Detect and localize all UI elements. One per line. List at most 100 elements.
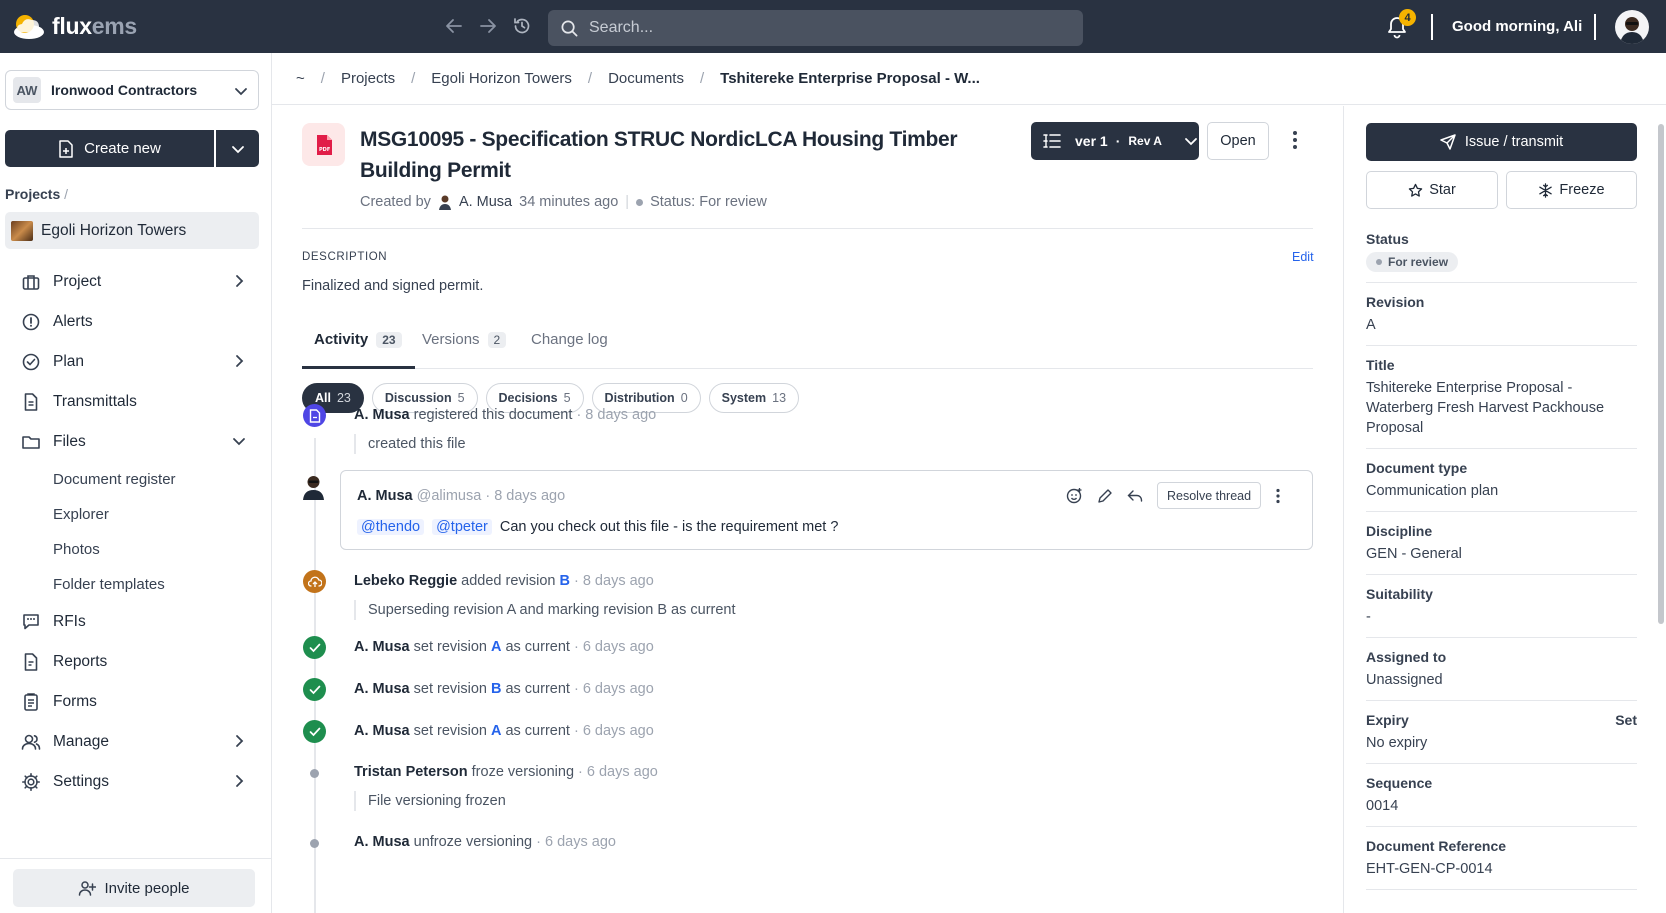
edit-description-link[interactable]: Edit [1292, 250, 1314, 264]
field-document-reference: Document Reference EHT-GEN-CP-0014 [1366, 827, 1637, 890]
users-icon [21, 732, 41, 752]
document-properties: Status For review Revision A Title Tshit… [1366, 220, 1637, 890]
svg-text:PDF: PDF [319, 147, 330, 153]
field-title: Title Tshitereke Enterprise Proposal - W… [1366, 346, 1637, 449]
resolve-thread-button[interactable]: Resolve thread [1157, 482, 1262, 509]
mention[interactable]: @thendo [357, 519, 425, 535]
status-badge: For review [1366, 252, 1459, 272]
sidebar-item-rfis[interactable]: RFIs [0, 602, 272, 642]
sidebar-subitem-explorer[interactable]: Explorer [0, 497, 272, 532]
document-title: MSG10095 - Specification STRUC NordicLCA… [360, 128, 958, 182]
system-event-dot [310, 769, 319, 778]
comment-author: A. Musa [357, 488, 413, 504]
more-vertical-icon[interactable] [1275, 488, 1281, 504]
star-button[interactable]: Star [1366, 171, 1498, 209]
org-switcher[interactable]: AW Ironwood Contractors [5, 70, 259, 110]
breadcrumb-projects[interactable]: Projects [341, 70, 395, 87]
sidebar-item-manage[interactable]: Manage [0, 722, 272, 762]
create-new-button[interactable]: Create new [5, 130, 214, 167]
user-plus-icon [79, 881, 97, 896]
pencil-icon[interactable] [1097, 488, 1113, 504]
author-name[interactable]: A. Musa [459, 194, 512, 210]
mention[interactable]: @tpeter [432, 519, 492, 535]
open-button[interactable]: Open [1207, 122, 1269, 160]
commenter-avatar-icon[interactable] [302, 474, 325, 500]
status-dot [636, 198, 644, 206]
sidebar-item-transmittals[interactable]: Transmittals [0, 382, 272, 422]
field-assigned-to: Assigned to Unassigned [1366, 638, 1637, 701]
invite-people-button[interactable]: Invite people [13, 869, 255, 907]
project-thumbnail [11, 220, 33, 241]
scrollbar-thumb[interactable] [1658, 124, 1664, 624]
search-input[interactable] [589, 19, 1069, 37]
activity-tabs: Activity 23 Versions 2 Change log [302, 313, 1313, 369]
chevron-right-icon [236, 775, 244, 787]
create-dropdown-button[interactable] [216, 130, 259, 167]
check-circle-icon [21, 352, 41, 372]
alert-circle-icon [21, 312, 41, 332]
system-event-dot [310, 839, 319, 848]
sidebar-subitem-folder-templates[interactable]: Folder templates [0, 567, 272, 602]
sidebar-item-alerts[interactable]: Alerts [0, 302, 272, 342]
sidebar-nav: Project Alerts Plan Transmittals Files D… [0, 262, 272, 802]
set-expiry-button[interactable]: Set [1615, 712, 1637, 728]
document-detail: PDF MSG10095 - Specification STRUC Nordi… [272, 106, 1343, 913]
report-icon [21, 652, 41, 672]
snowflake-icon [1539, 182, 1553, 198]
tab-activity[interactable]: Activity 23 [314, 331, 402, 348]
star-icon [1408, 183, 1423, 197]
forward-arrow-icon[interactable] [478, 16, 498, 36]
field-status: Status For review [1366, 220, 1637, 283]
field-document-type: Document type Communication plan [1366, 449, 1637, 512]
divider [302, 228, 1313, 229]
gear-icon [21, 772, 41, 792]
version-selector[interactable]: ver 1 · Rev A [1031, 122, 1199, 160]
sidebar-item-reports[interactable]: Reports [0, 642, 272, 682]
field-sequence: Sequence 0014 [1366, 764, 1637, 827]
global-search[interactable] [548, 10, 1083, 46]
created-time: 34 minutes ago [519, 194, 619, 210]
add-reaction-icon[interactable] [1066, 487, 1083, 504]
chevron-right-icon [236, 355, 244, 367]
comment-handle: @alimusa [416, 488, 482, 504]
description-heading: DESCRIPTION [302, 251, 388, 263]
breadcrumb-documents[interactable]: Documents [608, 70, 684, 87]
comment-thread: A. Musa @alimusa · 8 days ago Resolve th… [340, 470, 1313, 550]
current-project[interactable]: Egoli Horizon Towers [5, 212, 259, 249]
send-icon [1440, 134, 1456, 150]
file-plus-icon [59, 139, 73, 158]
pdf-file-icon: PDF [302, 123, 345, 166]
back-arrow-icon[interactable] [444, 16, 464, 36]
breadcrumb: ~ / Projects / Egoli Horizon Towers / Do… [272, 53, 1666, 105]
field-revision: Revision A [1366, 283, 1637, 346]
freeze-button[interactable]: Freeze [1506, 171, 1637, 209]
more-vertical-icon[interactable] [1292, 130, 1298, 150]
projects-heading[interactable]: Projects / [5, 186, 68, 202]
sidebar-item-settings[interactable]: Settings [0, 762, 272, 802]
briefcase-icon [21, 272, 41, 292]
breadcrumb-home[interactable]: ~ [296, 70, 305, 87]
issue-transmit-button[interactable]: Issue / transmit [1366, 123, 1637, 161]
current-project-name: Egoli Horizon Towers [41, 221, 187, 239]
author-avatar-icon [438, 195, 451, 210]
check-event-icon [303, 636, 326, 659]
details-panel: Issue / transmit Star Freeze Status For … [1343, 106, 1666, 913]
sidebar-subitem-document-register[interactable]: Document register [0, 462, 272, 497]
breadcrumb-project[interactable]: Egoli Horizon Towers [431, 70, 572, 87]
tab-change-log[interactable]: Change log [531, 331, 608, 348]
sidebar-item-plan[interactable]: Plan [0, 342, 272, 382]
filter-system[interactable]: System 13 [708, 383, 800, 413]
sidebar-item-project[interactable]: Project [0, 262, 272, 302]
user-avatar[interactable] [1615, 10, 1649, 44]
sidebar-subitem-photos[interactable]: Photos [0, 532, 272, 567]
notification-badge: 4 [1399, 9, 1416, 26]
sidebar-item-forms[interactable]: Forms [0, 682, 272, 722]
reply-icon[interactable] [1127, 489, 1143, 503]
sidebar-item-files[interactable]: Files [0, 422, 272, 462]
org-name: Ironwood Contractors [51, 82, 198, 98]
history-icon[interactable] [512, 16, 532, 36]
tab-versions[interactable]: Versions 2 [422, 331, 507, 348]
app-logo[interactable]: fluxems [12, 11, 137, 41]
field-discipline: Discipline GEN - General [1366, 512, 1637, 575]
panel-scrollbar[interactable] [1656, 106, 1666, 913]
